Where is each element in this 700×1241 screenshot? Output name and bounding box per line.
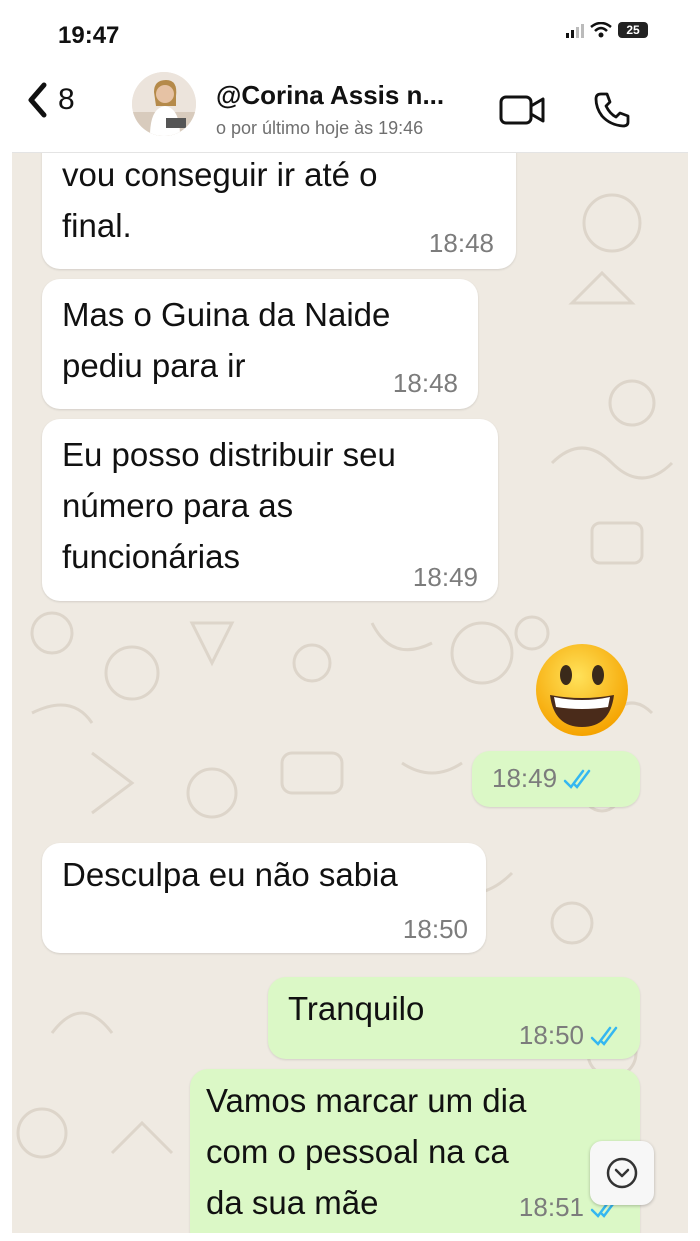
message-time-text: 18:50 xyxy=(518,1020,584,1050)
message-time: 18:48 xyxy=(393,368,458,399)
message-time-text: 18:50 xyxy=(402,914,468,944)
double-check-icon xyxy=(590,1026,618,1046)
message-time: 18:48 xyxy=(429,228,494,259)
message-text: Mas o Guina da Naide pediu para ir xyxy=(62,296,391,384)
grinning-face-icon xyxy=(536,644,628,736)
video-camera-icon xyxy=(499,95,545,125)
message-outgoing[interactable]: Tranquilo 18:50 xyxy=(268,977,640,1059)
status-bar: 19:47 25 xyxy=(12,8,688,60)
message-time-text: 18:48 xyxy=(428,228,494,258)
message-time-text: 18:49 xyxy=(412,562,478,592)
last-seen-status: o por último hoje às 19:46 xyxy=(216,118,424,138)
message-time: 18:49 xyxy=(413,562,478,593)
chevron-down-icon xyxy=(606,1157,638,1189)
message-outgoing[interactable]: 18:49 xyxy=(472,751,640,807)
message-time: 18:49 xyxy=(492,763,595,794)
scroll-to-bottom-button[interactable] xyxy=(590,1141,654,1205)
message-text: Eu posso distribuir seu número para as f… xyxy=(62,436,396,575)
message-text: Vamos marcar um dia com o pessoal na ca … xyxy=(206,1082,527,1221)
unread-count: 8 xyxy=(58,83,75,116)
message-time-text: 18:51 xyxy=(518,1192,584,1222)
message-incoming[interactable]: Eu posso distribuir seu número para as f… xyxy=(42,419,498,601)
message-text: Desculpa eu não sabia xyxy=(62,856,398,893)
wifi-icon xyxy=(590,22,612,38)
message-outgoing[interactable]: Vamos marcar um dia com o pessoal na ca … xyxy=(190,1069,640,1233)
status-icons: 25 xyxy=(566,22,648,38)
message-time-text: 18:49 xyxy=(492,763,558,793)
phone-icon xyxy=(594,92,630,128)
avatar-image xyxy=(132,72,196,136)
emoji-message[interactable] xyxy=(532,641,632,744)
battery-icon: 25 xyxy=(618,22,648,38)
status-time: 19:47 xyxy=(58,22,120,49)
voice-call-button[interactable] xyxy=(592,90,632,135)
message-time: 18:50 xyxy=(519,1020,622,1051)
message-text: Tranquilo xyxy=(288,990,425,1027)
chat-area[interactable]: vou conseguir ir até o final. 18:48 Mas … xyxy=(12,153,688,1233)
video-call-button[interactable] xyxy=(498,94,546,131)
message-text: vou conseguir ir até o final. xyxy=(62,156,378,244)
message-time-text: 18:48 xyxy=(392,368,458,398)
back-button[interactable]: 8 xyxy=(26,82,75,118)
avatar[interactable] xyxy=(132,72,196,136)
double-check-icon xyxy=(563,769,591,789)
chevron-left-icon xyxy=(28,82,47,118)
message-incoming[interactable]: vou conseguir ir até o final. 18:48 xyxy=(42,153,516,269)
message-incoming[interactable]: Desculpa eu não sabia 18:50 xyxy=(42,843,486,953)
message-incoming[interactable]: Mas o Guina da Naide pediu para ir 18:48 xyxy=(42,279,478,409)
chat-header: 8 @Corina Assis n... o por último hoje à… xyxy=(12,60,688,153)
signal-icon xyxy=(566,22,584,38)
message-time: 18:50 xyxy=(403,914,468,945)
app-window: 19:47 25 8 @Corina Assis n... o por últi… xyxy=(12,8,688,1233)
contact-name[interactable]: @Corina Assis n... xyxy=(216,80,444,111)
